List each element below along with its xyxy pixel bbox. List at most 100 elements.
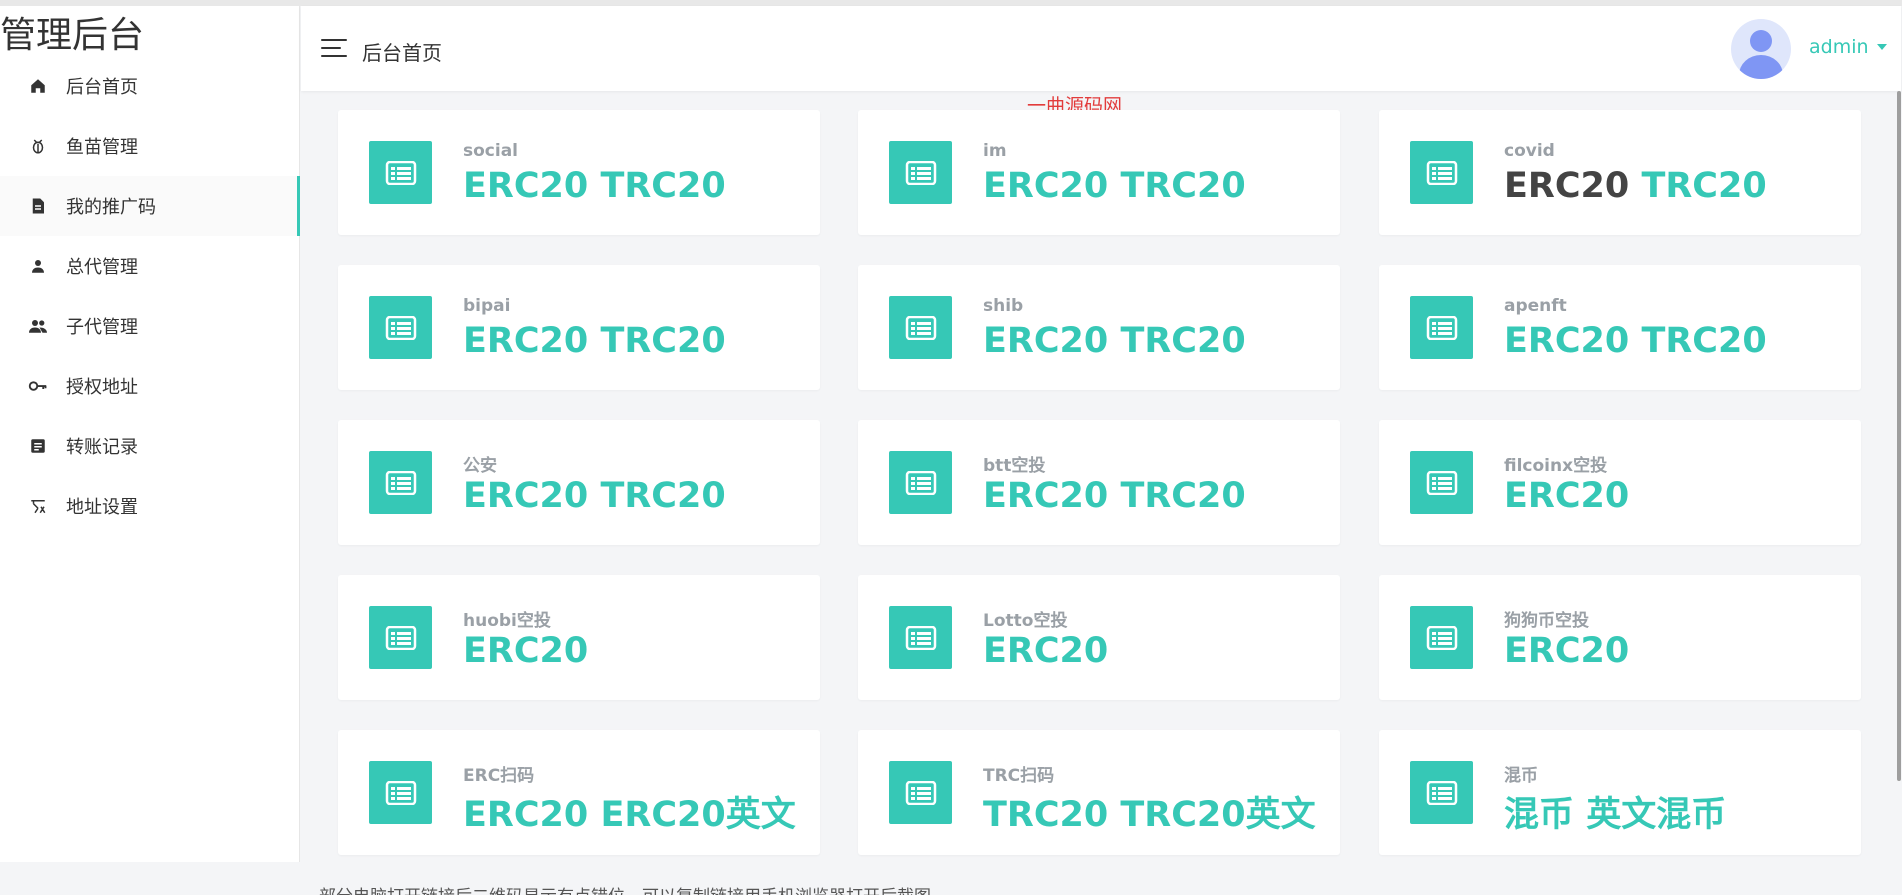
card-name: covid — [1504, 141, 1555, 161]
card-link[interactable]: ERC20 — [983, 166, 1108, 206]
card-link[interactable]: ERC20 — [1504, 631, 1629, 671]
newspaper-icon — [889, 296, 952, 359]
card-links: ERC20 — [983, 631, 1108, 671]
card-link[interactable]: TRC20 — [600, 166, 725, 206]
card-links: ERC20 TRC20 — [463, 166, 726, 206]
promo-card: social ERC20 TRC20 — [338, 110, 820, 235]
newspaper-icon — [1410, 296, 1473, 359]
card-link[interactable]: 混币 — [1504, 795, 1574, 835]
card-link[interactable]: TRC20 — [600, 321, 725, 361]
promo-card: btt空投 ERC20 TRC20 — [858, 420, 1340, 545]
card-link[interactable]: TRC20 — [1120, 166, 1245, 206]
newspaper-icon — [1410, 606, 1473, 669]
people-icon — [28, 316, 48, 336]
avatar[interactable] — [1731, 19, 1791, 79]
card-links: ERC20 — [463, 631, 588, 671]
menu-toggle-icon[interactable] — [321, 39, 347, 59]
newspaper-icon — [1410, 141, 1473, 204]
card-link[interactable]: ERC20 — [1504, 166, 1629, 206]
card-links: ERC20 TRC20 — [983, 166, 1246, 206]
newspaper-icon — [889, 761, 952, 824]
card-link[interactable]: ERC20 — [463, 476, 588, 516]
card-link[interactable]: TRC20英文 — [1120, 795, 1315, 835]
sidebar-item-label: 鱼苗管理 — [66, 137, 138, 158]
card-name: btt空投 — [983, 456, 1046, 476]
main-area: 后台首页 admin 一曲源码网 social ERC20 TRC20 im ERC2… — [301, 6, 1901, 895]
newspaper-icon — [889, 606, 952, 669]
card-name: huobi空投 — [463, 611, 551, 631]
promo-card: 公安 ERC20 TRC20 — [338, 420, 820, 545]
sidebar-item-label: 授权地址 — [66, 377, 138, 398]
newspaper-icon — [1410, 761, 1473, 824]
username: admin — [1809, 36, 1869, 58]
promo-card: apenft ERC20 TRC20 — [1379, 265, 1861, 390]
card-link[interactable]: 英文混币 — [1586, 795, 1726, 835]
card-name: 狗狗币空投 — [1504, 611, 1589, 631]
card-link[interactable]: ERC20 — [463, 321, 588, 361]
newspaper-icon — [369, 141, 432, 204]
caret-down-icon — [1876, 44, 1887, 50]
card-links: ERC20 TRC20 — [463, 321, 726, 361]
card-link[interactable]: TRC20 — [1120, 476, 1245, 516]
sidebar-item-1[interactable]: 后台首页 — [0, 56, 300, 116]
sidebar-item-label: 我的推广码 — [66, 197, 156, 218]
sidebar-item-5[interactable]: 子代管理 — [0, 296, 300, 356]
card-name: social — [463, 141, 519, 161]
card-link[interactable]: TRC20 — [983, 795, 1108, 835]
document-icon — [28, 196, 48, 216]
card-link[interactable]: ERC20 — [463, 166, 588, 206]
card-name: shib — [983, 296, 1024, 316]
card-link[interactable]: TRC20 — [1641, 166, 1766, 206]
card-links: ERC20 TRC20 — [983, 321, 1246, 361]
card-link[interactable]: ERC20 — [983, 321, 1108, 361]
sidebar-item-4[interactable]: 总代管理 — [0, 236, 300, 296]
card-name: TRC扫码 — [983, 766, 1055, 786]
footer-note: 部分电脑打开链接后二维码显示有点错位，可以复制链接用手机浏览器打开后截图 — [319, 882, 931, 895]
promo-card: im ERC20 TRC20 — [858, 110, 1340, 235]
sidebar-item-8[interactable]: 地址设置 — [0, 476, 300, 536]
card-name: filcoinx空投 — [1504, 456, 1608, 476]
card-link[interactable]: ERC20 — [1504, 476, 1629, 516]
card-links: 混币 英文混币 — [1504, 786, 1726, 837]
card-link[interactable]: ERC20 — [1504, 321, 1629, 361]
sidebar-item-label: 后台首页 — [66, 77, 138, 98]
newspaper-icon — [369, 761, 432, 824]
newspaper-icon — [369, 296, 432, 359]
newspaper-icon — [889, 141, 952, 204]
card-link[interactable]: ERC20 — [463, 795, 588, 835]
card-name: bipai — [463, 296, 511, 316]
user-menu[interactable]: admin — [1809, 36, 1887, 58]
card-links: ERC20 TRC20 — [983, 476, 1246, 516]
card-link[interactable]: TRC20 — [1120, 321, 1245, 361]
card-link[interactable]: ERC20英文 — [600, 795, 795, 835]
card-name: 混币 — [1504, 766, 1538, 786]
sidebar-item-2[interactable]: 鱼苗管理 — [0, 116, 300, 176]
sidebar-item-3[interactable]: 我的推广码 — [0, 176, 300, 236]
top-header: 后台首页 admin — [301, 6, 1901, 91]
promo-card: shib ERC20 TRC20 — [858, 265, 1340, 390]
sidebar-item-6[interactable]: 授权地址 — [0, 356, 300, 416]
card-name: ERC扫码 — [463, 766, 535, 786]
promo-card: bipai ERC20 TRC20 — [338, 265, 820, 390]
card-links: ERC20 ERC20英文 — [463, 786, 796, 837]
card-link[interactable]: ERC20 — [983, 631, 1108, 671]
key-icon — [28, 376, 48, 396]
card-link[interactable]: TRC20 — [1641, 321, 1766, 361]
card-name: apenft — [1504, 296, 1567, 316]
promo-card: covid ERC20 TRC20 — [1379, 110, 1861, 235]
page-title: 后台首页 — [362, 41, 442, 65]
brand-title: 管理后台 — [0, 15, 145, 56]
card-name: 公安 — [463, 456, 497, 476]
card-link[interactable]: ERC20 — [463, 631, 588, 671]
card-links: ERC20 — [1504, 476, 1629, 516]
card-link[interactable]: ERC20 — [983, 476, 1108, 516]
promo-card: 混币 混币 英文混币 — [1379, 730, 1861, 855]
card-links: ERC20 — [1504, 631, 1629, 671]
bug-icon — [28, 136, 48, 156]
sidebar-item-label: 转账记录 — [66, 437, 138, 458]
promo-card: Lotto空投 ERC20 — [858, 575, 1340, 700]
home-icon — [28, 76, 48, 96]
scrollbar[interactable] — [1897, 91, 1901, 781]
sidebar-item-7[interactable]: 转账记录 — [0, 416, 300, 476]
card-link[interactable]: TRC20 — [600, 476, 725, 516]
